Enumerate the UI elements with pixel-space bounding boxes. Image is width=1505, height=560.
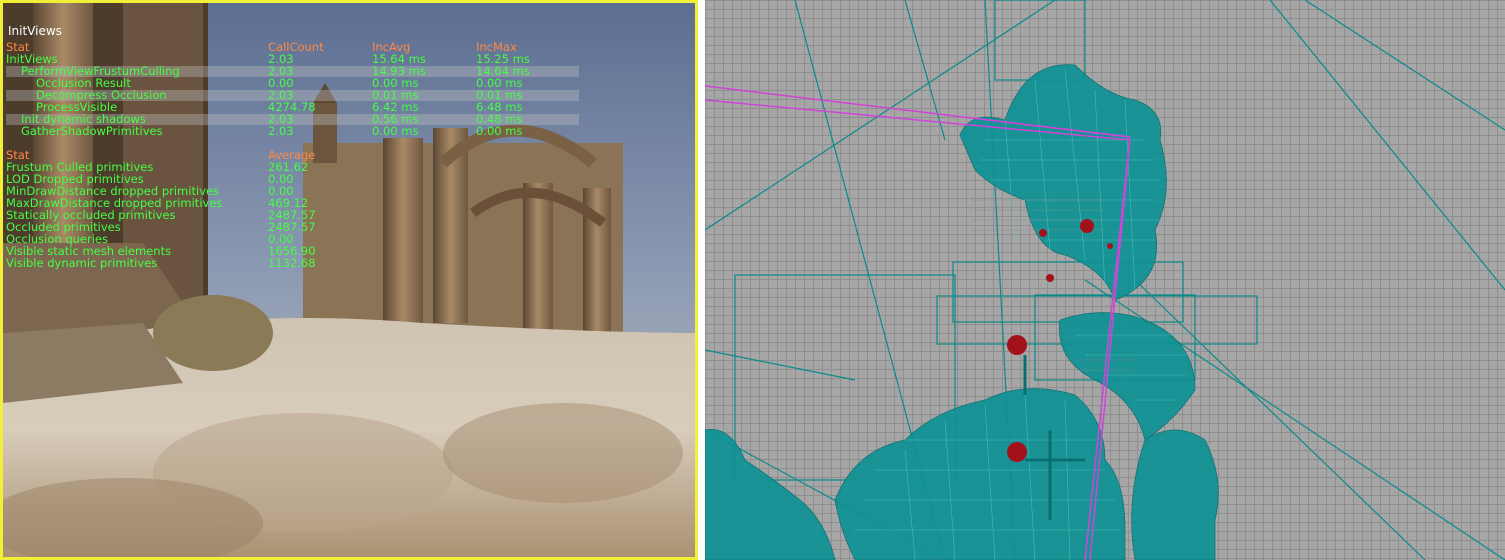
perspective-viewport[interactable]: InitViews Stat CallCount IncAvg IncMax InitV… (0, 0, 698, 560)
stat-name: Visible dynamic primitives (6, 256, 158, 270)
stat-average: 1132.68 (268, 256, 316, 270)
stat-name: GatherShadowPrimitives (21, 124, 163, 138)
wireframe-top-viewport[interactable] (705, 0, 1505, 560)
wireframe-render (705, 0, 1505, 560)
stat-incmax: 0.00 ms (476, 124, 523, 138)
stat-window-title: InitViews (8, 24, 62, 38)
stat-callcount: 2.03 (268, 124, 294, 138)
stat-incavg: 0.00 ms (372, 124, 419, 138)
